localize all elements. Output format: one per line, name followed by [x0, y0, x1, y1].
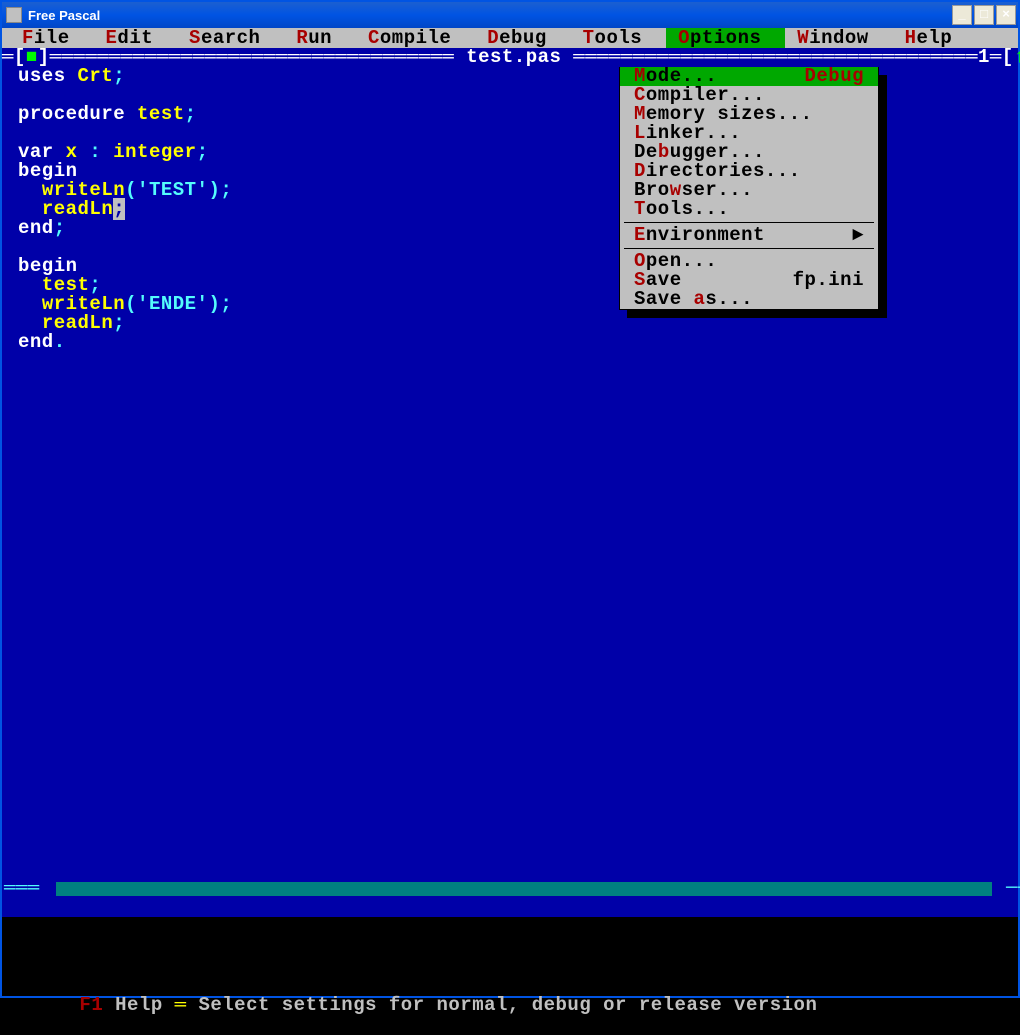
editor-frame-bottom: ═══ ─┘: [2, 879, 1018, 898]
menu-item-environment[interactable]: Environment►: [620, 226, 878, 245]
window-controls: _ □ ×: [952, 5, 1016, 25]
close-button[interactable]: ×: [996, 5, 1016, 25]
menu-item-saveas[interactable]: Save as...: [620, 290, 878, 309]
window-title: Free Pascal: [28, 8, 952, 23]
horizontal-scrollbar[interactable]: [56, 882, 992, 896]
menu-options[interactable]: Options: [666, 28, 785, 48]
black-gap: [2, 917, 1018, 977]
client-area: File Edit Search Run Compile Debug Tools…: [2, 28, 1018, 996]
code-line[interactable]: end.: [18, 333, 1016, 352]
menu-search[interactable]: Search: [177, 28, 284, 48]
minimize-button[interactable]: _: [952, 5, 972, 25]
menu-divider: [624, 248, 874, 249]
menu-divider: [624, 222, 874, 223]
editor-area[interactable]: uses Crt; procedure test; var x : intege…: [2, 67, 1018, 879]
app-window: Free Pascal _ □ × File Edit Search Run C…: [0, 0, 1020, 998]
titlebar[interactable]: Free Pascal _ □ ×: [2, 2, 1018, 28]
menu-edit[interactable]: Edit: [94, 28, 178, 48]
menu-window[interactable]: Window: [785, 28, 892, 48]
menubar[interactable]: File Edit Search Run Compile Debug Tools…: [2, 28, 1018, 48]
menu-run[interactable]: Run: [284, 28, 356, 48]
app-icon: [6, 7, 22, 23]
hint-bar: F1 Help ═ Select settings for normal, de…: [2, 977, 1018, 996]
editor-filename: test.pas: [466, 48, 561, 67]
menu-compile[interactable]: Compile: [356, 28, 475, 48]
hint-key: F1: [79, 994, 103, 1016]
editor-frame-top: ═[■]══════════════════════════════════ t…: [2, 48, 1018, 67]
window-number: 1: [978, 48, 990, 67]
menu-help[interactable]: Help: [893, 28, 977, 48]
menu-tools[interactable]: Tools: [571, 28, 666, 48]
options-menu-dropdown[interactable]: Mode...DebugCompiler...Memory sizes...Li…: [619, 67, 879, 310]
code-line[interactable]: readLn;: [18, 314, 1016, 333]
maximize-button[interactable]: □: [974, 5, 994, 25]
menu-file[interactable]: File: [10, 28, 94, 48]
status-line: 14:10 ◄■: [2, 898, 1018, 917]
menu-item-tools[interactable]: Tools...: [620, 200, 878, 219]
menu-debug[interactable]: Debug: [475, 28, 570, 48]
